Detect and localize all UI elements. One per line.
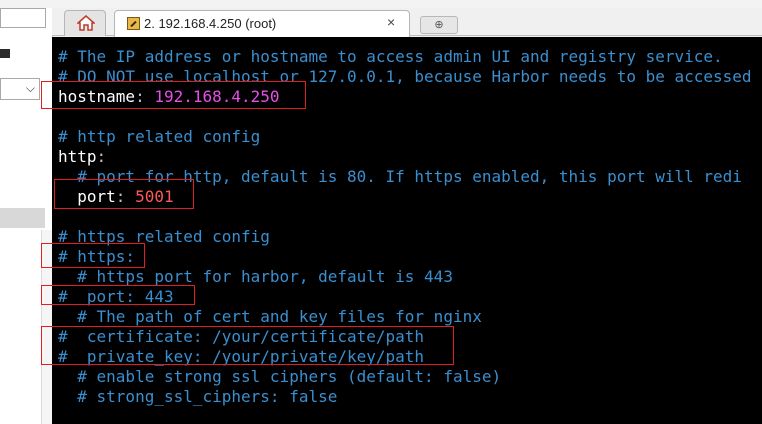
new-tab-button[interactable]: ⊕: [420, 16, 458, 34]
tab-session[interactable]: 2. 192.168.4.250 (root) ×: [114, 10, 410, 37]
chevron-down-icon: ⌵: [25, 81, 35, 95]
highlight-hostname: [41, 81, 306, 109]
terminal-line: http:: [58, 147, 107, 166]
home-icon: [77, 15, 95, 31]
session-icon: [127, 17, 140, 30]
left-dropdown[interactable]: ⌵: [0, 78, 40, 100]
left-selected-item[interactable]: [0, 208, 45, 228]
left-search-input[interactable]: [0, 8, 46, 28]
terminal-mini-icon: [0, 49, 10, 58]
terminal-line: # enable strong ssl ciphers (default: fa…: [58, 367, 502, 386]
terminal-line: # strong_ssl_ciphers: false: [58, 387, 338, 406]
terminal-line: # https port for harbor, default is 443: [58, 267, 453, 286]
terminal-line: # The IP address or hostname to access a…: [58, 47, 723, 66]
tab-title: 2. 192.168.4.250 (root): [144, 16, 277, 31]
terminal-line: # http related config: [58, 127, 261, 146]
tab-home[interactable]: [64, 10, 106, 36]
window-top-strip: [0, 0, 762, 8]
highlight-https: [41, 243, 145, 268]
close-icon[interactable]: ×: [387, 14, 395, 30]
highlight-https-port: [41, 285, 195, 305]
terminal-line: # The path of cert and key files for ngi…: [58, 307, 482, 326]
highlight-cert-key: [41, 326, 454, 365]
highlight-port: [54, 179, 194, 209]
